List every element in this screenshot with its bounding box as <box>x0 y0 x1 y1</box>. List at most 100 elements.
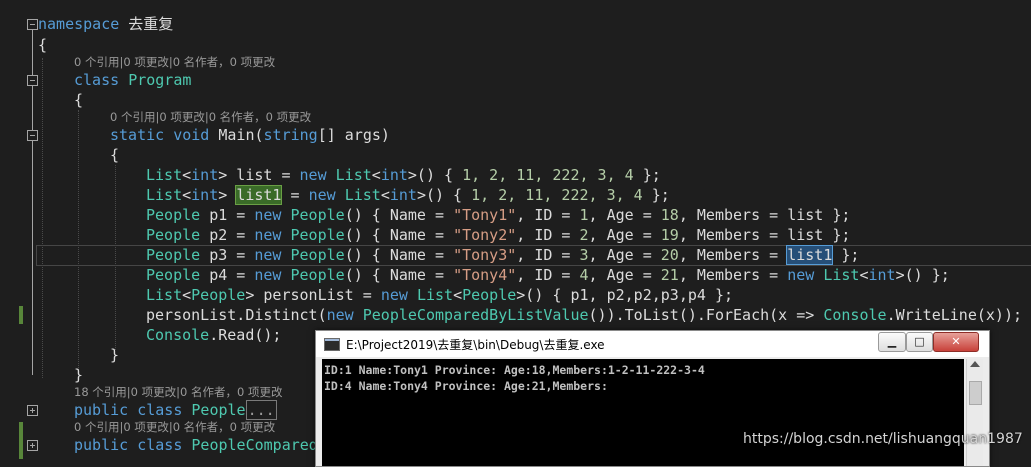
tok: 21 <box>660 266 679 284</box>
collapse-class-icon[interactable] <box>27 75 38 86</box>
tok: List <box>335 166 372 184</box>
codelens-text[interactable]: 0 个引用|0 项更改|0 名作者，0 项更改 <box>74 55 275 69</box>
console-output[interactable]: ID:1 Name:Tony1 Province: Age:18,Members… <box>322 359 964 466</box>
tok: , Members = list }; <box>678 206 851 224</box>
collapse-namespace-icon[interactable] <box>27 19 38 30</box>
tok: "Tony1" <box>453 206 517 224</box>
tok: ()).ToList().ForEach(x => <box>588 306 824 324</box>
codelens-references[interactable]: 18 个引用|0 项更改|0 名作者，0 项更改 <box>74 383 282 401</box>
tok: < <box>182 286 192 304</box>
scroll-up-arrow-icon[interactable] <box>970 361 980 367</box>
change-marker <box>19 422 23 459</box>
collapse-method-icon[interactable] <box>27 130 38 141</box>
tok: , ID = <box>516 246 580 264</box>
codelens-references[interactable]: 0 个引用|0 项更改|0 名作者，0 项更改 <box>110 108 311 126</box>
code-line: People p4 = new People() { Name = "Tony4… <box>146 265 950 285</box>
params: [] args) <box>317 126 390 144</box>
tok: "Tony2" <box>453 226 517 244</box>
code-line: List<int> list = new List<int>() { 1, 2,… <box>146 165 661 185</box>
tok: People <box>146 246 201 264</box>
codelens-text[interactable]: 0 个引用|0 项更改|0 名作者，0 项更改 <box>110 110 311 124</box>
scrollbar-thumb[interactable] <box>969 381 982 405</box>
tok: int <box>191 166 219 184</box>
tok: < <box>859 266 869 284</box>
tok: List <box>416 286 454 304</box>
code-line-class-comparer: public class PeopleCompared <box>74 435 318 455</box>
code-line-main: static void Main(string[] args) <box>110 125 390 145</box>
tok: > list = <box>218 166 300 184</box>
keyword: class <box>137 436 183 454</box>
expand-people-class-icon[interactable] <box>27 405 38 416</box>
tok: >() { <box>416 186 472 204</box>
tok: .Read(); <box>209 326 282 344</box>
console-output-line: ID:1 Name:Tony1 Province: Age:18,Members… <box>324 363 705 377</box>
tok: int <box>389 186 417 204</box>
tok: p1 = <box>200 206 255 224</box>
codelens-text[interactable]: 0 个引用|0 项更改|0 名作者，0 项更改 <box>74 420 275 434</box>
tok: 1, 2, 11, 222, 3, 4 <box>471 186 643 204</box>
code-line-brace: } <box>74 365 83 385</box>
method-name: Main( <box>209 126 264 144</box>
keyword: static <box>110 126 165 144</box>
tok: new <box>254 206 282 224</box>
tok: p4 = <box>200 266 255 284</box>
tok <box>336 186 345 204</box>
code-line: People p2 = new People() { Name = "Tony2… <box>146 225 850 245</box>
keyword: string <box>263 126 318 144</box>
expand-comparer-class-icon[interactable] <box>27 440 38 451</box>
console-scrollbar[interactable] <box>966 359 983 466</box>
namespace-name: 去重复 <box>119 15 174 33</box>
tok: People <box>290 206 345 224</box>
change-marker <box>19 306 23 324</box>
tok: new <box>254 266 282 284</box>
tok: p3 = <box>200 246 255 264</box>
selected-symbol[interactable]: list1 <box>786 245 834 265</box>
tok: 1, 2, 11, 222, 3, 4 <box>462 166 634 184</box>
highlighted-symbol[interactable]: list1 <box>235 185 283 205</box>
keyword: class <box>137 401 183 419</box>
tok: < <box>380 186 390 204</box>
brace: } <box>110 346 120 364</box>
tok: , ID = <box>516 266 580 284</box>
console-titlebar[interactable]: E:\Project2019\去重复\bin\Debug\去重复.exe ▁ □… <box>316 331 989 357</box>
maximize-button[interactable]: □ <box>906 332 933 352</box>
codelens-text[interactable]: 18 个引用|0 项更改|0 名作者，0 项更改 <box>74 385 282 399</box>
code-line: List<int> list1 = new List<int>() { 1, 2… <box>146 185 670 205</box>
tok: List <box>344 186 381 204</box>
tok: () { Name = <box>344 266 454 284</box>
code-line-class-people: public class People... <box>74 400 277 420</box>
console-app-icon <box>324 338 340 351</box>
code-line-namespace: namespace 去重复 <box>38 14 173 34</box>
tok: 2 <box>579 226 589 244</box>
code-line: People p1 = new People() { Name = "Tony1… <box>146 205 850 225</box>
code-line-brace: { <box>74 90 83 110</box>
tok: , Members = list }; <box>678 226 851 244</box>
indent-guide <box>78 110 79 368</box>
tok: new <box>380 286 408 304</box>
tok: People <box>462 286 517 304</box>
code-line: Console.Read(); <box>146 325 281 345</box>
console-output-line: ID:4 Name:Tony4 Province: Age:21,Members… <box>324 379 608 393</box>
tok: , Age = <box>588 266 661 284</box>
tok: () { Name = <box>344 226 454 244</box>
tok: new <box>787 266 815 284</box>
indent-guide <box>42 58 43 378</box>
codelens-references[interactable]: 0 个引用|0 项更改|0 名作者，0 项更改 <box>74 53 275 71</box>
tok: , Age = <box>588 226 661 244</box>
collapsed-region[interactable]: ... <box>245 400 277 420</box>
tok: }; <box>633 166 661 184</box>
code-line: People p3 = new People() { Name = "Tony3… <box>146 245 859 265</box>
watermark: https://blog.csdn.net/lishuangquan1987 <box>743 431 1023 447</box>
minimize-button[interactable]: ▁ <box>878 332 906 352</box>
brace: { <box>74 91 84 109</box>
tok: new <box>326 306 354 324</box>
tok: Console <box>146 326 210 344</box>
close-button[interactable]: ✕ <box>933 332 979 352</box>
tok: , ID = <box>516 226 580 244</box>
tok: People <box>146 266 201 284</box>
tok: 19 <box>660 226 679 244</box>
tok: > <box>218 186 237 204</box>
tok: >() { p1, p2,p2,p3,p4 }; <box>516 286 734 304</box>
tok: new <box>254 246 282 264</box>
codelens-references[interactable]: 0 个引用|0 项更改|0 名作者，0 项更改 <box>74 418 275 436</box>
